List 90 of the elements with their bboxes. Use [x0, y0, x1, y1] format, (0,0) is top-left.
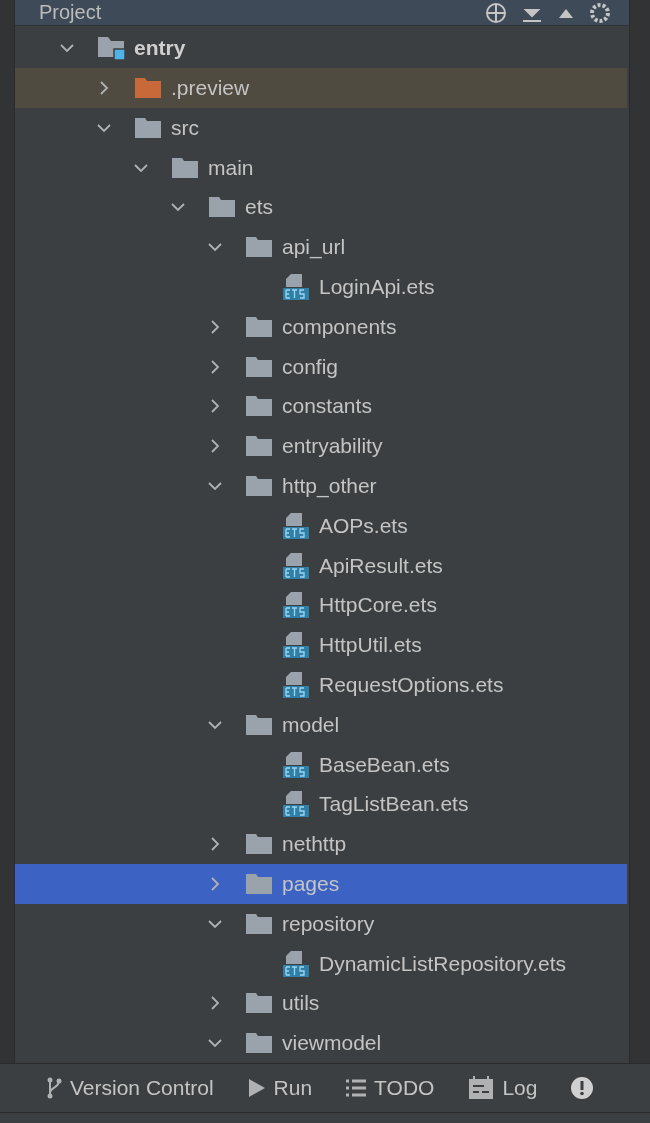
ets-file-icon	[282, 670, 310, 699]
tree-row[interactable]: LoginApi.ets	[15, 267, 627, 307]
tree-row[interactable]: HttpCore.ets	[15, 585, 627, 626]
log-icon	[468, 1076, 495, 1100]
module-folder-icon	[97, 35, 127, 62]
tree-row[interactable]: TagListBean.ets	[15, 784, 627, 825]
ets-file-icon	[282, 949, 310, 978]
tree-row[interactable]: config	[15, 346, 627, 387]
tree-item-label: RequestOptions.ets	[319, 672, 504, 697]
ets-file-icon	[282, 790, 310, 819]
tree-row[interactable]: repository	[15, 903, 627, 944]
settings-icon[interactable]	[589, 1, 611, 24]
ets-file-icon	[282, 591, 310, 620]
tree-row[interactable]: constants	[15, 386, 627, 427]
tree-item-label: TagListBean.ets	[319, 792, 469, 817]
tree-row[interactable]: viewmodel	[15, 1023, 627, 1063]
ets-file-icon	[282, 631, 310, 660]
tree-row[interactable]: BaseBean.ets	[15, 744, 627, 785]
folder-icon	[245, 833, 273, 856]
tool-window-button[interactable]: TODO	[346, 1076, 435, 1100]
ets-file-icon	[282, 511, 310, 540]
folder-icon	[245, 992, 273, 1015]
folder-icon	[245, 395, 273, 418]
tree-item-label: LoginApi.ets	[319, 274, 435, 299]
ets-file-icon	[282, 272, 310, 301]
tree-item-label: config	[282, 354, 339, 379]
tree-item-label: DynamicListRepository.ets	[319, 951, 567, 976]
folder-icon	[245, 355, 273, 378]
tree-item-label: api_url	[282, 235, 346, 260]
tree-row[interactable]: AOPs.ets	[15, 505, 627, 546]
ets-file-icon	[282, 551, 310, 580]
tree-item-label: ApiResult.ets	[319, 553, 443, 578]
tree-row[interactable]: entry	[15, 28, 627, 69]
tree-row[interactable]: http_other	[15, 466, 627, 506]
folder-icon	[245, 1032, 273, 1055]
tree-row[interactable]: utils	[15, 983, 627, 1024]
folder-icon	[171, 156, 199, 179]
tree-item-label: constants	[282, 394, 372, 419]
tool-window-button[interactable]: Run	[247, 1076, 313, 1100]
tree-item-label: main	[208, 155, 254, 180]
warning-icon[interactable]	[571, 1077, 594, 1099]
tree-row[interactable]: DynamicListRepository.ets	[15, 943, 627, 984]
tree-item-label: repository	[282, 911, 375, 936]
folder-icon	[134, 76, 162, 99]
tree-item-label: src	[171, 115, 199, 140]
tree-row[interactable]: entryability	[15, 426, 627, 467]
tree-row[interactable]: HttpUtil.ets	[15, 625, 627, 666]
tree-item-label: HttpCore.ets	[319, 593, 437, 618]
folder-icon	[245, 236, 273, 259]
list-icon	[346, 1079, 367, 1097]
tree-item-label: nethttp	[282, 832, 347, 857]
tree-item-label: entry	[134, 36, 186, 61]
tree-row-selected[interactable]: pages	[15, 864, 627, 904]
play-icon	[247, 1078, 266, 1098]
panel-title[interactable]: Project	[39, 1, 471, 25]
folder-icon	[245, 435, 273, 458]
tree-item-label: utils	[282, 991, 320, 1016]
tree-row[interactable]: .preview	[15, 68, 627, 108]
folder-icon	[245, 315, 273, 338]
tree-row[interactable]: components	[15, 306, 627, 347]
tree-row[interactable]: ApiResult.ets	[15, 545, 627, 586]
tree-item-label: HttpUtil.ets	[319, 633, 422, 658]
tree-item-label: BaseBean.ets	[319, 752, 450, 777]
tree-item-label: .preview	[171, 75, 250, 100]
tree-row[interactable]: RequestOptions.ets	[15, 665, 627, 705]
folder-icon	[245, 872, 273, 895]
tree-item-label: components	[282, 314, 397, 339]
tool-window-button[interactable]: Log	[468, 1076, 538, 1100]
tree-item-label: viewmodel	[282, 1031, 382, 1056]
tree-item-label: model	[282, 712, 340, 737]
tree-row[interactable]: model	[15, 704, 627, 745]
ets-file-icon	[282, 750, 310, 779]
globe-icon[interactable]	[485, 1, 507, 24]
tree-row[interactable]: ets	[15, 187, 627, 228]
tree-row[interactable]: src	[15, 107, 627, 148]
tree-row[interactable]: api_url	[15, 227, 627, 268]
folder-icon	[208, 196, 236, 219]
tree-row[interactable]: main	[15, 147, 627, 188]
tree-row[interactable]: nethttp	[15, 824, 627, 864]
tool-window-button[interactable]: Version Control	[46, 1076, 214, 1100]
tree-item-label: entryability	[282, 434, 383, 459]
folder-icon	[245, 474, 273, 497]
folder-icon	[245, 912, 273, 935]
folder-icon	[134, 116, 162, 139]
tree-item-label: ets	[245, 195, 273, 220]
branch-icon	[46, 1076, 62, 1100]
tree-item-label: pages	[282, 871, 340, 896]
tree-item-label: http_other	[282, 473, 377, 498]
folder-icon	[245, 713, 273, 736]
tree-item-label: AOPs.ets	[319, 513, 408, 538]
